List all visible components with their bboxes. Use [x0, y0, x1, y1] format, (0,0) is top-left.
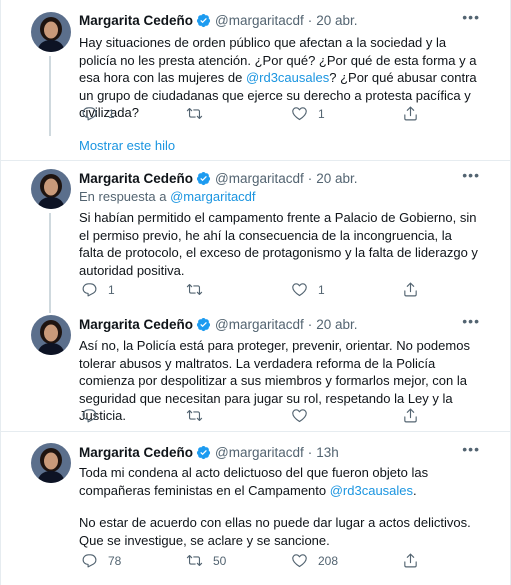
tweet-text-paragraph: No estar de acuerdo con ellas no puede d…	[79, 515, 471, 548]
reply-icon	[82, 554, 97, 568]
tweet-2[interactable]: Margarita Cedeño @margaritacdf · 20 abr.…	[1, 161, 511, 313]
author-handle[interactable]: @margaritacdf	[215, 317, 304, 332]
verified-badge-icon	[196, 317, 211, 331]
author-handle[interactable]: @margaritacdf	[215, 445, 304, 460]
like-icon	[292, 283, 307, 297]
reply-icon	[82, 283, 97, 297]
share-icon	[404, 553, 417, 568]
like-button[interactable]: 1	[291, 281, 325, 298]
like-icon	[292, 107, 307, 121]
tweet-time[interactable]: 13h	[316, 445, 339, 460]
tweet-actions: 1 1	[81, 281, 441, 301]
more-icon[interactable]: •••	[462, 441, 480, 457]
tweet-header: Margarita Cedeño @margaritacdf · 20 abr.	[79, 315, 358, 333]
like-count: 208	[318, 553, 339, 568]
tweet-actions: 1 1	[81, 105, 441, 125]
retweet-icon	[186, 409, 203, 422]
tweet-text-part: .	[413, 482, 417, 498]
author-name[interactable]: Margarita Cedeño	[79, 445, 193, 460]
author-handle[interactable]: @margaritacdf	[215, 171, 304, 186]
separator-dot: ·	[307, 170, 313, 186]
reply-to-link[interactable]: @margaritacdf	[170, 189, 255, 204]
avatar[interactable]	[31, 315, 71, 355]
tweet-4[interactable]: Margarita Cedeño @margaritacdf · 13h •••…	[1, 432, 511, 585]
separator-dot: ·	[307, 316, 313, 332]
avatar[interactable]	[31, 443, 71, 483]
author-name[interactable]: Margarita Cedeño	[79, 171, 193, 186]
reply-count: 1	[108, 282, 115, 297]
tweet-actions: 78 50 208	[81, 552, 441, 572]
reply-prefix: En respuesta a	[79, 189, 167, 204]
separator-dot: ·	[307, 444, 313, 460]
like-button[interactable]: 208	[291, 552, 338, 569]
share-button[interactable]	[402, 407, 419, 424]
tweet-3[interactable]: Margarita Cedeño @margaritacdf · 20 abr.…	[1, 307, 511, 431]
share-icon	[404, 282, 417, 297]
verified-badge-icon	[196, 171, 211, 185]
mention-link[interactable]: @rd3causales	[330, 483, 413, 498]
reply-icon	[82, 107, 97, 121]
reply-button[interactable]: 78	[81, 552, 121, 569]
more-icon[interactable]: •••	[462, 167, 480, 183]
tweet-header: Margarita Cedeño @margaritacdf · 20 abr.	[79, 169, 358, 187]
like-icon	[292, 554, 307, 568]
thread-connector	[49, 213, 51, 313]
tweet-text: Si habían permitido el campamento frente…	[79, 210, 478, 278]
tweet-time[interactable]: 20 abr.	[316, 317, 357, 332]
like-button[interactable]	[291, 407, 318, 424]
retweet-icon	[186, 107, 203, 120]
verified-badge-icon	[196, 445, 211, 459]
reply-icon	[82, 409, 97, 423]
tweet-actions	[81, 407, 441, 427]
more-icon[interactable]: •••	[462, 313, 480, 329]
retweet-icon	[186, 554, 203, 567]
reply-button[interactable]: 1	[81, 105, 115, 122]
timeline: Margarita Cedeño @margaritacdf · 20 abr.…	[0, 0, 511, 585]
avatar[interactable]	[31, 12, 71, 52]
author-handle[interactable]: @margaritacdf	[215, 13, 304, 28]
tweet-header: Margarita Cedeño @margaritacdf · 20 abr.	[79, 11, 358, 29]
tweet-header: Margarita Cedeño @margaritacdf · 13h	[79, 443, 339, 461]
thread-connector	[49, 56, 51, 136]
retweet-button[interactable]	[186, 407, 213, 424]
tweet-time[interactable]: 20 abr.	[316, 171, 357, 186]
retweet-button[interactable]: 50	[186, 552, 226, 569]
share-icon	[404, 106, 417, 121]
retweet-icon	[186, 283, 203, 296]
author-name[interactable]: Margarita Cedeño	[79, 13, 193, 28]
mention-link[interactable]: @rd3causales	[246, 70, 329, 85]
share-button[interactable]	[402, 552, 419, 569]
tweet-time[interactable]: 20 abr.	[316, 13, 357, 28]
like-icon	[292, 409, 307, 423]
share-button[interactable]	[402, 105, 419, 122]
like-count: 1	[318, 106, 325, 121]
tweet-1[interactable]: Margarita Cedeño @margaritacdf · 20 abr.…	[1, 0, 511, 160]
reply-context: En respuesta a @margaritacdf	[79, 189, 256, 204]
avatar[interactable]	[31, 169, 71, 209]
more-icon[interactable]: •••	[462, 9, 480, 25]
reply-button[interactable]	[81, 407, 108, 424]
tweet-text: Toda mi condena al acto delictuoso del q…	[79, 464, 479, 499]
reply-button[interactable]: 1	[81, 281, 115, 298]
reply-count: 1	[108, 106, 115, 121]
separator-dot: ·	[307, 12, 313, 28]
reply-count: 78	[108, 553, 122, 568]
retweet-count: 50	[213, 553, 227, 568]
verified-badge-icon	[196, 13, 211, 27]
show-thread-link[interactable]: Mostrar este hilo	[79, 138, 175, 153]
share-icon	[404, 408, 417, 423]
share-button[interactable]	[402, 281, 419, 298]
author-name[interactable]: Margarita Cedeño	[79, 317, 193, 332]
retweet-button[interactable]	[186, 281, 213, 298]
like-button[interactable]: 1	[291, 105, 325, 122]
retweet-button[interactable]	[186, 105, 213, 122]
like-count: 1	[318, 282, 325, 297]
